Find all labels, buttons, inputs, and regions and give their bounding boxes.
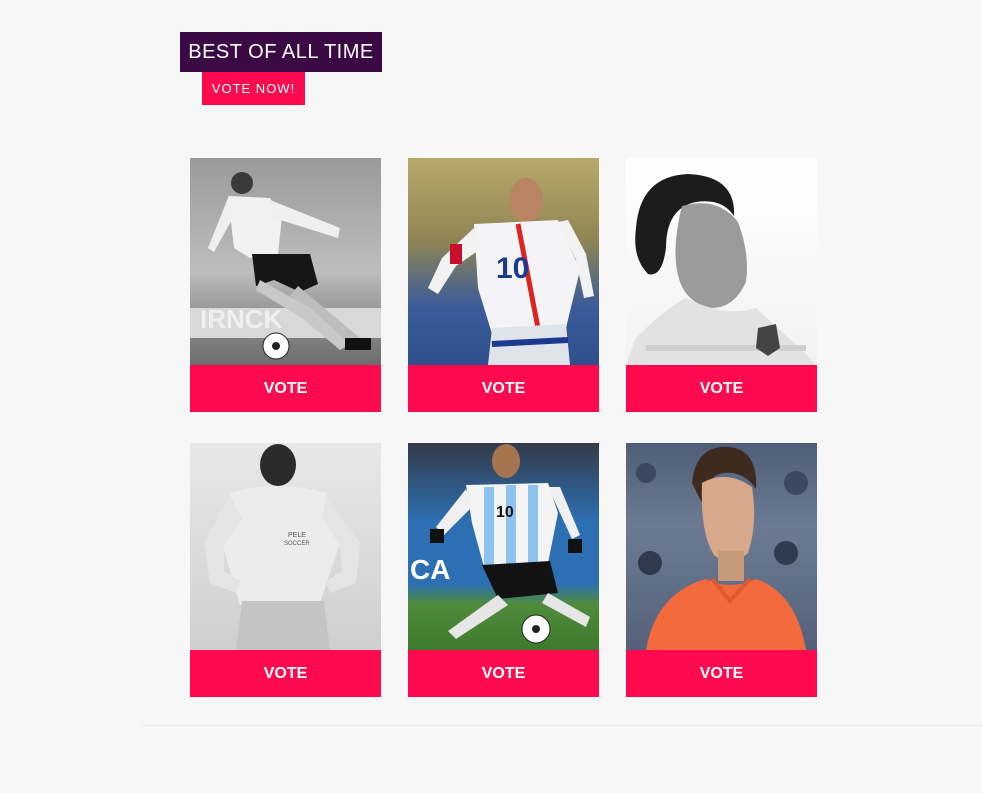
vote-button[interactable]: VOTE bbox=[626, 365, 817, 412]
vote-button[interactable]: VOTE bbox=[190, 365, 381, 412]
player-card: IRNCK VOTE bbox=[190, 158, 381, 412]
vote-button[interactable]: VOTE bbox=[626, 650, 817, 697]
svg-text:CA: CA bbox=[410, 554, 450, 585]
svg-text:10: 10 bbox=[496, 252, 529, 285]
player-card: la Co 10 VOTE bbox=[408, 158, 599, 412]
bottom-divider bbox=[142, 725, 982, 726]
player-photo: CA 10 bbox=[408, 443, 599, 650]
page-title: BEST OF ALL TIME bbox=[180, 32, 382, 72]
vote-button[interactable]: VOTE bbox=[408, 365, 599, 412]
player-photo: PELE SOCCER bbox=[190, 443, 381, 650]
player-photo: IRNCK bbox=[190, 158, 381, 365]
player-card: VOTE bbox=[626, 443, 817, 697]
svg-text:SOCCER: SOCCER bbox=[284, 541, 310, 547]
player-card: VOTE bbox=[626, 158, 817, 412]
vote-button[interactable]: VOTE bbox=[190, 650, 381, 697]
vote-now-button[interactable]: VOTE NOW! bbox=[202, 72, 305, 105]
vote-button[interactable]: VOTE bbox=[408, 650, 599, 697]
player-card: CA 10 VOTE bbox=[408, 443, 599, 697]
player-photo bbox=[626, 158, 817, 365]
svg-text:10: 10 bbox=[496, 504, 514, 521]
player-photo bbox=[626, 443, 817, 650]
player-card: PELE SOCCER VOTE bbox=[190, 443, 381, 697]
player-photo: la Co 10 bbox=[408, 158, 599, 365]
svg-text:PELE: PELE bbox=[288, 532, 306, 539]
svg-text:IRNCK: IRNCK bbox=[200, 304, 283, 334]
